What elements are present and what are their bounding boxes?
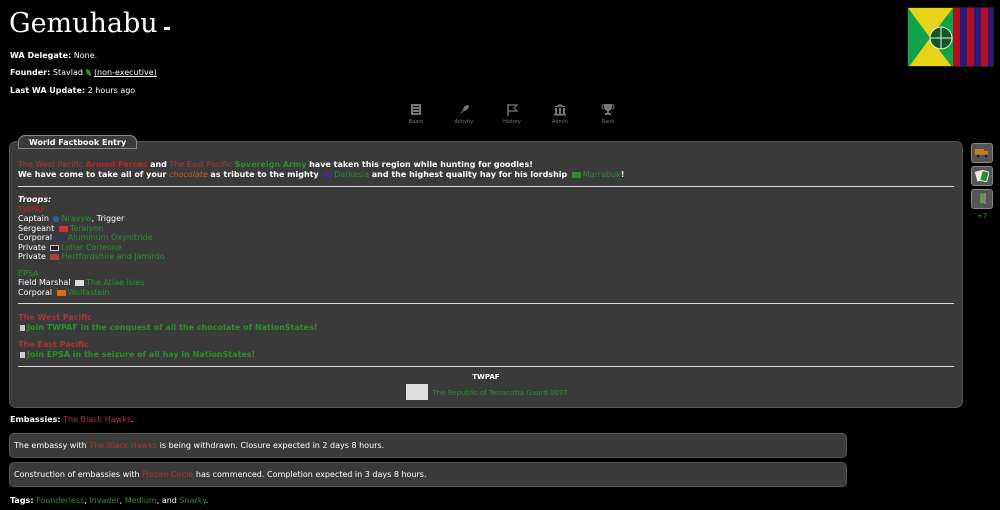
trophy-icon [601,104,615,115]
link-marrabuk[interactable]: Marrabuk [583,170,621,179]
truck-icon [975,149,988,158]
nation-flag-icon [56,235,66,241]
troop-row: Corporal Wolfastein [18,287,110,297]
epsa-join-link[interactable]: Join EPSA in the seizure of all hay in N… [27,350,255,359]
founder-line: Founder: Stavlad (non-executive) [10,68,157,77]
rightbar-button-soldier[interactable] [971,189,993,209]
troop-row: Private Lollar Corleone [18,242,122,252]
nation-flag-icon [53,216,60,222]
factbook-tab[interactable]: World Factbook Entry [18,135,138,149]
link-darkesia[interactable]: Darkesia [334,170,369,179]
leaf-icon [85,69,91,76]
nation-flag-icon [58,225,68,232]
tag-link[interactable]: Founderless [36,496,84,505]
divider [18,303,954,304]
link-the-east-pacific[interactable]: The East Pacific [169,160,232,169]
right-sidebar: +7 [971,143,993,220]
troop-row: Private Hertfordshire and Jamirdo [18,252,165,261]
terracotta-flag-icon [406,384,429,400]
recruitment-section: The West Pacific Join TWPAF in the conqu… [18,313,317,359]
link-icon [20,324,25,331]
founder-link[interactable]: Stavlad [53,68,83,77]
last-update-line: Last WA Update: 2 hours ago [10,86,136,95]
tep-heading: The East Pacific [18,340,89,349]
marrabuk-flag-icon [571,172,581,178]
nation-flag-icon [50,254,60,260]
embassy-notice-withdrawal: The embassy with The Black Hawks is bein… [9,433,847,458]
nav-rank[interactable]: Rank [584,103,632,125]
tag-link[interactable]: Medium [125,496,157,505]
embassies-line: Embassies: The Black Hawks. [10,415,134,424]
divider [18,186,954,187]
factbook-line-2: We have come to take all of your chocola… [18,170,625,179]
chocolate-text: chocolate [169,170,208,179]
twp-heading: The West Pacific [18,313,92,322]
troop-row: Corporal Aluminum Oxynitride [18,233,153,242]
history-icon [507,104,519,116]
troop-row: Field Marshal The Atlae Isles [18,278,145,287]
troop-row: Captain Nravyw, Trigger [18,214,125,223]
tags-line: Tags: Founderless, Invader, Medium, and … [10,496,209,505]
admin-icon [554,104,566,116]
rightbar-button-truck[interactable] [971,143,993,163]
tag-link[interactable]: Invader [89,496,119,505]
rightbar-more[interactable]: +7 [971,212,993,220]
factbook-footer: TWPAF The Republic of Terracotta Gaurd 0… [9,373,963,400]
soldier-icon [980,193,986,204]
embassy-link[interactable]: The Black Hawks [89,441,157,450]
title-cursor-icon [163,27,170,30]
twpaf-label: TWPAF [18,204,46,214]
region-title: Gemuhabu [9,8,170,39]
nav-activity[interactable]: Activity [440,103,488,125]
armed-forces-text: Armed Forces [85,160,148,169]
factbook-line-1: The West Pacific Armed Forces and The Ea… [18,160,533,169]
nation-flag-icon [75,280,85,286]
link-icon [20,351,25,358]
link-the-west-pacific[interactable]: The West Pacific [18,160,83,169]
embassy-link[interactable]: The Black Hawks [63,415,131,424]
cards-icon [975,170,989,182]
founder-status-link[interactable]: (non-executive) [94,68,157,77]
sovereign-army-text: Sovereign Army [234,160,307,169]
embassy-link[interactable]: Frozen Circle [142,470,193,479]
troop-row: Sergeant Teralyon [18,223,104,233]
region-nav: Board Activity History Admin Rank [392,103,632,125]
wa-delegate-line: WA Delegate: None. [10,51,98,60]
nav-admin[interactable]: Admin [536,103,584,125]
troops-section: Troops: TWPAF Captain Nravyw, Trigger Se… [18,195,165,297]
embassy-notice-construction: Construction of embassies with Frozen Ci… [9,462,847,487]
terracotta-link[interactable]: The Republic of Terracotta Gaurd 0077 [433,389,568,397]
region-flag[interactable] [907,7,994,67]
nation-flag-icon [50,244,60,251]
twpaf-join-link[interactable]: Join TWPAF in the conquest of all the ch… [27,323,317,332]
rightbar-button-cards[interactable] [971,166,993,186]
activity-icon [459,105,469,115]
board-icon [411,104,421,115]
epsa-label: EPSA [18,268,39,278]
divider [18,366,954,367]
tag-link[interactable]: Snarky [179,496,205,505]
darkesia-flag-icon [323,172,333,178]
nav-history[interactable]: History [488,103,536,125]
nation-flag-icon [56,289,66,296]
nav-board[interactable]: Board [392,103,440,125]
